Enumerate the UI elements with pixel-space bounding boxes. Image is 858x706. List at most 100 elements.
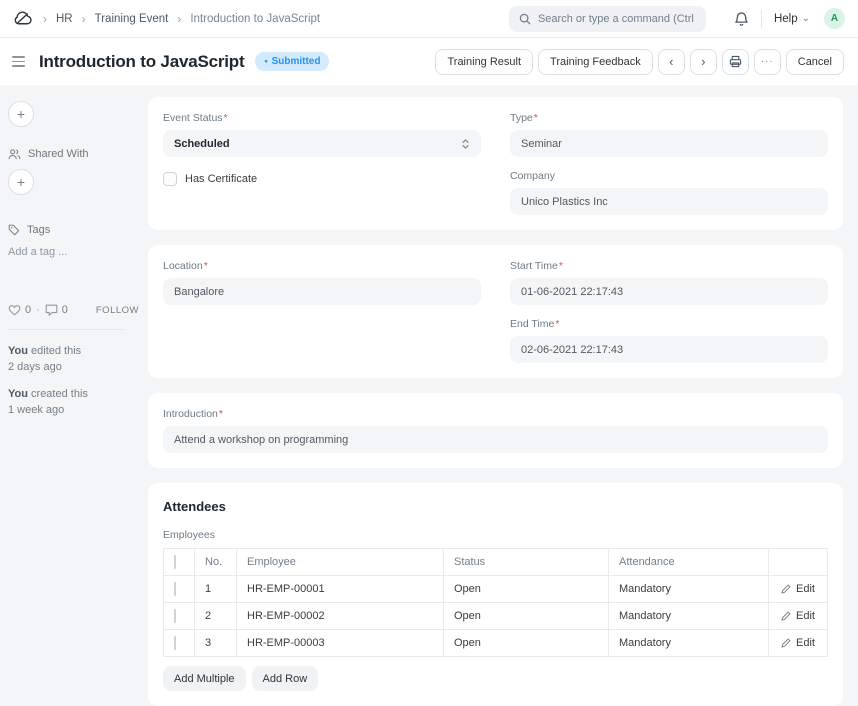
start-time-label: Start Time*: [510, 260, 828, 272]
activity-action: created this: [31, 388, 88, 400]
edit-row-button[interactable]: Edit: [779, 583, 817, 595]
introduction-field: Introduction* Attend a workshop on progr…: [163, 408, 828, 453]
cell-attendance: Mandatory: [609, 576, 769, 603]
activity-when: 2 days ago: [8, 360, 139, 376]
end-time-value: 02-06-2021 22:17:43: [510, 336, 828, 363]
form-sidebar: + Shared With + Tags Add a tag ...: [8, 97, 139, 660]
breadcrumb-item-current: Introduction to JavaScript: [190, 13, 320, 25]
end-time-label: End Time*: [510, 318, 828, 330]
event-status-select[interactable]: Scheduled: [163, 130, 481, 157]
comment-count: 0: [62, 304, 68, 316]
activity-when: 1 week ago: [8, 403, 139, 419]
engagement-row: 0 · 0 FOLLOW: [8, 304, 139, 316]
attendees-section-card: Attendees Employees No. Employee Status …: [148, 483, 843, 706]
add-tag-input[interactable]: Add a tag ...: [8, 246, 139, 258]
add-share-button[interactable]: +: [8, 169, 34, 195]
pencil-icon: [781, 611, 791, 621]
print-button[interactable]: [722, 49, 749, 75]
chevron-down-icon: ⌄: [802, 14, 810, 24]
status-badge-label: Submitted: [272, 56, 321, 67]
comments-button[interactable]: 0: [45, 304, 68, 316]
edit-row-button[interactable]: Edit: [779, 637, 817, 649]
page-title: Introduction to JavaScript: [39, 52, 244, 72]
column-header-no: No.: [195, 549, 237, 576]
add-assignment-button[interactable]: +: [8, 101, 34, 127]
comment-icon: [45, 304, 58, 316]
column-header-actions: [769, 549, 828, 576]
table-row: 2 HR-EMP-00002 Open Mandatory Edit: [164, 603, 828, 630]
users-icon: [8, 148, 21, 160]
notifications-bell-icon[interactable]: [734, 11, 749, 27]
add-row-button[interactable]: Add Row: [252, 666, 319, 691]
status-dot: •: [264, 57, 267, 66]
cell-no: 3: [195, 630, 237, 657]
employees-table-label: Employees: [163, 529, 828, 541]
help-menu[interactable]: Help ⌄: [774, 13, 810, 25]
column-header-attendance: Attendance: [609, 549, 769, 576]
location-value: Bangalore: [163, 278, 481, 305]
user-avatar[interactable]: A: [824, 8, 845, 29]
introduction-section-card: Introduction* Attend a workshop on progr…: [148, 393, 843, 468]
row-checkbox[interactable]: [174, 636, 176, 650]
sidebar-divider: [8, 329, 125, 330]
chevron-right-icon: ›: [43, 12, 47, 26]
navbar-divider: [761, 10, 762, 28]
chevron-right-icon: ›: [82, 12, 86, 26]
cell-employee: HR-EMP-00003: [237, 630, 444, 657]
status-badge: • Submitted: [255, 52, 329, 71]
has-certificate-checkbox[interactable]: Has Certificate: [163, 172, 481, 215]
next-document-button[interactable]: ›: [690, 49, 717, 75]
app-logo-cloud-icon[interactable]: [13, 10, 34, 27]
start-time-field: Start Time* 01-06-2021 22:17:43: [510, 260, 828, 305]
introduction-label: Introduction*: [163, 408, 828, 420]
tags-label: Tags: [27, 224, 50, 236]
cell-status: Open: [444, 603, 609, 630]
table-row: 3 HR-EMP-00003 Open Mandatory Edit: [164, 630, 828, 657]
sidebar-toggle-hamburger-icon[interactable]: [10, 52, 27, 71]
cell-employee: HR-EMP-00001: [237, 576, 444, 603]
breadcrumb-item-hr[interactable]: HR: [56, 13, 73, 25]
like-button[interactable]: 0: [8, 304, 31, 316]
select-all-checkbox[interactable]: [174, 555, 176, 569]
table-header-row: No. Employee Status Attendance: [164, 549, 828, 576]
column-header-employee: Employee: [237, 549, 444, 576]
empty-cell: [163, 318, 481, 363]
pencil-icon: [781, 638, 791, 648]
row-checkbox[interactable]: [174, 609, 176, 623]
type-field: Type* Seminar: [510, 112, 828, 157]
event-status-field: Event Status* Scheduled: [163, 112, 481, 157]
company-value: Unico Plastics Inc: [510, 188, 828, 215]
more-menu-button[interactable]: ···: [754, 49, 781, 75]
dot-separator: ·: [36, 304, 40, 316]
company-field: Company Unico Plastics Inc: [510, 170, 828, 215]
page-head: Introduction to JavaScript • Submitted T…: [0, 38, 858, 85]
prev-document-button[interactable]: ‹: [658, 49, 685, 75]
edit-row-button[interactable]: Edit: [779, 610, 817, 622]
row-checkbox[interactable]: [174, 582, 176, 596]
chevron-right-icon: ›: [177, 12, 181, 26]
column-header-status: Status: [444, 549, 609, 576]
like-count: 0: [25, 304, 31, 316]
shared-with-section: Shared With: [8, 148, 139, 160]
training-result-button[interactable]: Training Result: [435, 49, 533, 75]
table-row: 1 HR-EMP-00001 Open Mandatory Edit: [164, 576, 828, 603]
location-field: Location* Bangalore: [163, 260, 481, 305]
has-certificate-label: Has Certificate: [185, 172, 257, 185]
event-status-value: Scheduled: [174, 138, 230, 150]
breadcrumb-item-training-event[interactable]: Training Event: [95, 13, 169, 25]
company-label: Company: [510, 170, 828, 182]
cancel-button[interactable]: Cancel: [786, 49, 844, 75]
event-status-label: Event Status*: [163, 112, 481, 124]
select-updown-icon: [461, 138, 470, 150]
training-feedback-button[interactable]: Training Feedback: [538, 49, 653, 75]
heart-icon: [8, 304, 21, 316]
activity-created: You created this 1 week ago: [8, 387, 139, 419]
follow-button[interactable]: FOLLOW: [96, 305, 139, 316]
search-placeholder: Search or type a command (Ctrl + G): [538, 13, 696, 25]
add-multiple-button[interactable]: Add Multiple: [163, 666, 246, 691]
printer-icon: [729, 55, 742, 68]
cell-attendance: Mandatory: [609, 603, 769, 630]
activity-who: You: [8, 388, 28, 400]
cell-employee: HR-EMP-00002: [237, 603, 444, 630]
global-search-input[interactable]: Search or type a command (Ctrl + G): [509, 6, 706, 32]
